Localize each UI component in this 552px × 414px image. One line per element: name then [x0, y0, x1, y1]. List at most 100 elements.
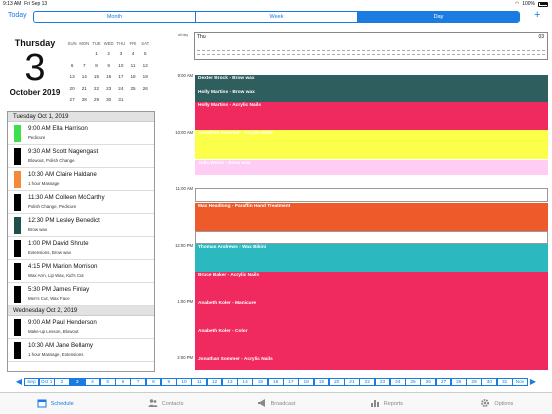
mini-cal-day[interactable]: 19	[139, 71, 151, 83]
tab-schedule[interactable]: Schedule	[0, 393, 110, 414]
tab-contacts[interactable]: Contacts	[110, 393, 220, 414]
date-strip-day[interactable]: 8	[145, 377, 162, 386]
mini-cal-day[interactable]: 25	[127, 83, 139, 95]
mini-cal-day[interactable]: 26	[139, 83, 151, 95]
agenda-item[interactable]: 9:00 AM Ella Harrison Pedicure	[8, 122, 154, 145]
appointment-block[interactable]	[195, 145, 548, 159]
date-strip-day[interactable]: Sep	[23, 377, 40, 386]
date-strip-day[interactable]: 14	[237, 377, 253, 386]
mini-cal-day[interactable]: 20	[66, 83, 78, 95]
agenda-item[interactable]: 9:30 AM Scott Nagengast Blowout, Polish C…	[8, 145, 154, 168]
mini-cal-day[interactable]: 13	[66, 71, 78, 83]
tab-options[interactable]: Options	[442, 393, 552, 414]
mini-cal-day[interactable]: 3	[115, 48, 127, 60]
date-strip-day[interactable]: 19	[313, 377, 330, 386]
view-tab-month[interactable]: Month	[34, 12, 196, 22]
date-strip-day[interactable]: Oct 1	[38, 377, 55, 386]
appointment-block[interactable]: Max Headlong - Paraffin Hand Treatment	[195, 203, 548, 217]
mini-cal-day[interactable]: 7	[78, 60, 90, 72]
date-strip-day[interactable]: 17	[283, 377, 299, 386]
mini-cal-day[interactable]: 5	[139, 48, 151, 60]
appointment-block[interactable]: Anabeth Koler - Color	[195, 328, 548, 356]
date-strip-day[interactable]: 3	[69, 377, 86, 386]
mini-cal-day[interactable]: 23	[103, 83, 115, 95]
date-strip-day[interactable]: 26	[420, 377, 437, 386]
agenda-item[interactable]: 11:30 AM Colleen McCarthy Polish Change, …	[8, 191, 154, 214]
date-strip-day[interactable]: 5	[99, 377, 116, 386]
mini-cal-day[interactable]: 2	[103, 48, 115, 60]
view-tab-day[interactable]: Day	[358, 12, 519, 22]
appointment-block[interactable]	[195, 217, 548, 231]
appointment-block[interactable]: Julia Weiss - Brow wax	[195, 160, 548, 175]
date-strip-day[interactable]: 6	[115, 377, 131, 386]
date-strip-day[interactable]: 23	[374, 377, 391, 386]
mini-cal-day[interactable]: 14	[78, 71, 90, 83]
mini-cal-day[interactable]: 4	[127, 48, 139, 60]
date-strip-day[interactable]: 15	[252, 377, 269, 386]
agenda-item[interactable]: 1:00 PM David Shrute Extensions, Brow wax	[8, 237, 154, 260]
mini-cal-day[interactable]: 1	[90, 48, 102, 60]
appointment-block[interactable]: Anabeth Koler - Manicure	[195, 300, 548, 328]
mini-cal-day[interactable]: 9	[103, 60, 115, 72]
date-strip-day[interactable]: 20	[328, 377, 345, 386]
agenda-item[interactable]: 10:30 AM Jane Bellamy 1 hour Massage, Ext…	[8, 339, 154, 362]
date-strip-day[interactable]: 9	[160, 377, 177, 386]
mini-cal-day[interactable]: 27	[66, 94, 78, 106]
date-strip-day[interactable]: 24	[389, 377, 406, 386]
empty-slot[interactable]	[195, 231, 548, 244]
mini-cal-day[interactable]: 10	[115, 60, 127, 72]
agenda-item[interactable]: 4:15 PM Marion Morrison Wax Arm, Lip Wax,…	[8, 260, 154, 283]
mini-cal-day[interactable]: 6	[66, 60, 78, 72]
appointment-block[interactable]: Dexter Brock - Brow wax	[195, 75, 548, 89]
mini-cal-day[interactable]: 17	[115, 71, 127, 83]
appointment-block[interactable]: Thomas Andrews - Wax Bikini	[195, 244, 548, 272]
mini-cal-day[interactable]: 12	[139, 60, 151, 72]
date-strip-day[interactable]: 10	[176, 377, 192, 386]
today-button[interactable]: Today	[8, 12, 27, 19]
date-strip-day[interactable]: 12	[206, 377, 223, 386]
next-arrow-icon[interactable]: ▶	[528, 377, 538, 386]
mini-cal-day[interactable]: 30	[103, 94, 115, 106]
add-button[interactable]: +	[534, 9, 540, 21]
empty-slot[interactable]	[195, 188, 548, 202]
date-strip-day[interactable]: 30	[481, 377, 498, 386]
date-strip-day[interactable]: 28	[450, 377, 467, 386]
mini-cal-day[interactable]: 16	[103, 71, 115, 83]
tab-reports[interactable]: Reports	[331, 393, 441, 414]
mini-cal-day[interactable]: 11	[127, 60, 139, 72]
mini-cal-day[interactable]: 28	[78, 94, 90, 106]
day-timeline[interactable]: all day Thu 03 9:00 AM 10:00 AM 11:00 AM 12…	[174, 31, 548, 371]
view-tab-week[interactable]: Week	[196, 12, 358, 22]
prev-arrow-icon[interactable]: ◀	[14, 377, 24, 386]
date-strip-day[interactable]: 25	[405, 377, 421, 386]
agenda-item[interactable]: 5:30 PM James Finlay Men's Cut, Wax Face	[8, 283, 154, 306]
date-strip-day[interactable]: 18	[298, 377, 315, 386]
date-strip-day[interactable]: 11	[191, 377, 208, 386]
tab-broadcast[interactable]: Broadcast	[221, 393, 331, 414]
mini-cal-day[interactable]: 31	[115, 94, 127, 106]
agenda-item[interactable]: 12:30 PM Lesley Benedict Brow wax	[8, 214, 154, 237]
date-strip-day[interactable]: 21	[344, 377, 360, 386]
date-strip-day[interactable]: 31	[496, 377, 513, 386]
mini-cal-day[interactable]: 18	[127, 71, 139, 83]
date-strip-day[interactable]: 22	[359, 377, 376, 386]
all-day-area[interactable]: Thu 03	[194, 32, 548, 60]
date-strip-day[interactable]: 16	[267, 377, 284, 386]
appointment-block[interactable]: Holly Martins - Acrylic Nails	[195, 102, 548, 133]
date-strip-day[interactable]: 2	[54, 377, 70, 386]
appointment-block[interactable]: Holly Martins - Brow wax	[195, 89, 548, 103]
date-strip-day[interactable]: 7	[130, 377, 147, 386]
mini-cal-day[interactable]: 15	[90, 71, 102, 83]
date-strip-day[interactable]: 29	[466, 377, 482, 386]
date-strip-day[interactable]: Nov	[512, 377, 528, 386]
appointment-block[interactable]: Jonathan Sommer - Acrylic Nails	[195, 130, 548, 145]
date-strip-day[interactable]: 27	[435, 377, 452, 386]
mini-cal-day[interactable]: 21	[78, 83, 90, 95]
appointment-block[interactable]: Jonathan Sommer - Acrylic Nails	[195, 356, 548, 370]
appointment-block[interactable]: Bruce Baker - Acrylic Nails	[195, 272, 548, 300]
mini-cal-day[interactable]: 22	[90, 83, 102, 95]
mini-cal-day[interactable]: 8	[90, 60, 102, 72]
mini-cal-day[interactable]: 29	[90, 94, 102, 106]
agenda-list[interactable]: Tuesday Oct 1, 2019 9:00 AM Ella Harrison…	[7, 111, 155, 372]
date-strip-day[interactable]: 13	[221, 377, 238, 386]
